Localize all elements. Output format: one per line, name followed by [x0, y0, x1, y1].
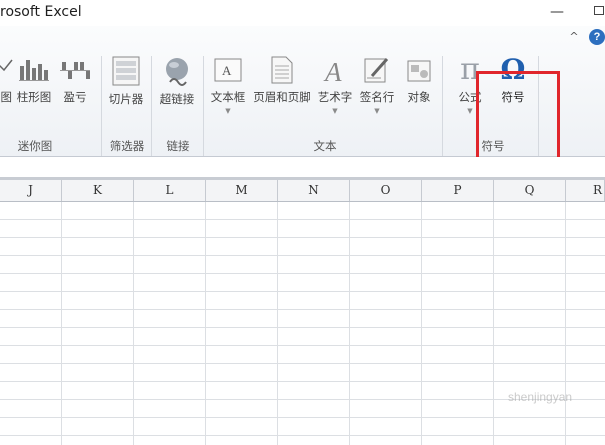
group-label-filter: 筛选器	[109, 139, 145, 153]
signature-icon	[364, 56, 390, 84]
collapse-ribbon-icon[interactable]: ^	[568, 31, 580, 43]
column-header-r[interactable]: R	[566, 180, 605, 201]
svg-text:A: A	[222, 63, 232, 78]
restore-button[interactable]	[594, 6, 604, 15]
textbox-label: 文本框	[210, 90, 246, 104]
group-label-links: 链接	[166, 139, 190, 153]
hyperlink-label: 超链接	[159, 92, 195, 106]
object-icon	[406, 56, 432, 84]
slicer-label: 切片器	[108, 92, 144, 106]
page-icon	[271, 56, 293, 84]
globe-link-icon	[162, 56, 192, 86]
column-header-n[interactable]: N	[278, 180, 350, 201]
textbox-icon: A	[214, 56, 242, 84]
group-label-sparklines: 迷你图	[17, 139, 53, 153]
app-title: rosoft Excel	[0, 4, 82, 20]
column-sparkline-icon	[19, 56, 49, 84]
signature-line-button[interactable]: 签名行 ▼	[358, 56, 396, 126]
signature-line-label: 签名行	[359, 90, 395, 104]
wordart-label: 艺术字	[317, 90, 353, 104]
header-footer-label: 页眉和页脚	[253, 90, 311, 104]
column-header-o[interactable]: O	[350, 180, 422, 201]
slicer-icon	[112, 56, 140, 86]
column-header-k[interactable]: K	[62, 180, 134, 201]
object-button[interactable]: 对象	[401, 56, 437, 126]
slicer-button[interactable]: 切片器	[106, 56, 146, 126]
wordart-icon: A	[322, 56, 348, 87]
chevron-down-icon: ▼	[225, 107, 231, 115]
svg-text:A: A	[323, 57, 342, 84]
title-bar: rosoft Excel —	[0, 0, 605, 26]
winloss-sparkline-icon	[60, 56, 90, 84]
textbox-button[interactable]: A 文本框 ▼	[207, 56, 249, 126]
column-header-l[interactable]: L	[134, 180, 206, 201]
formula-bar-area	[0, 157, 605, 178]
help-icon[interactable]: ?	[589, 29, 605, 45]
column-header-m[interactable]: M	[206, 180, 278, 201]
column-header-j[interactable]: J	[0, 180, 62, 201]
group-separator	[151, 56, 152, 156]
line-sparkline-label: 图	[0, 90, 13, 104]
group-separator	[203, 56, 204, 156]
group-separator	[442, 56, 443, 156]
line-sparkline-button[interactable]: 图	[0, 56, 13, 126]
group-separator	[101, 56, 102, 156]
column-header-q[interactable]: Q	[494, 180, 566, 201]
group-label-text: 文本	[313, 139, 337, 153]
chevron-down-icon: ▼	[374, 107, 380, 115]
header-footer-button[interactable]: 页眉和页脚	[250, 56, 314, 126]
hyperlink-button[interactable]: 超链接	[156, 56, 198, 126]
ribbon-insert-tab: ^ ? 图 柱形图 盈亏 迷你图 切片器 筛选器 超链接 链接 A 文本框 ▼ …	[0, 26, 605, 165]
column-sparkline-label: 柱形图	[16, 90, 52, 104]
wordart-button[interactable]: A 艺术字 ▼	[316, 56, 354, 126]
winloss-sparkline-label: 盈亏	[63, 90, 87, 104]
highlight-annotation-box	[476, 71, 560, 165]
watermark: shenjingyan	[508, 390, 573, 404]
winloss-sparkline-button[interactable]: 盈亏	[58, 56, 92, 126]
column-header-p[interactable]: P	[422, 180, 494, 201]
object-label: 对象	[407, 90, 431, 104]
worksheet-grid[interactable]	[0, 202, 605, 445]
minimize-button[interactable]: —	[548, 2, 566, 22]
chevron-down-icon: ▼	[332, 107, 338, 115]
column-sparkline-button[interactable]: 柱形图	[14, 56, 54, 126]
column-headers: J K L M N O P Q R	[0, 180, 605, 202]
